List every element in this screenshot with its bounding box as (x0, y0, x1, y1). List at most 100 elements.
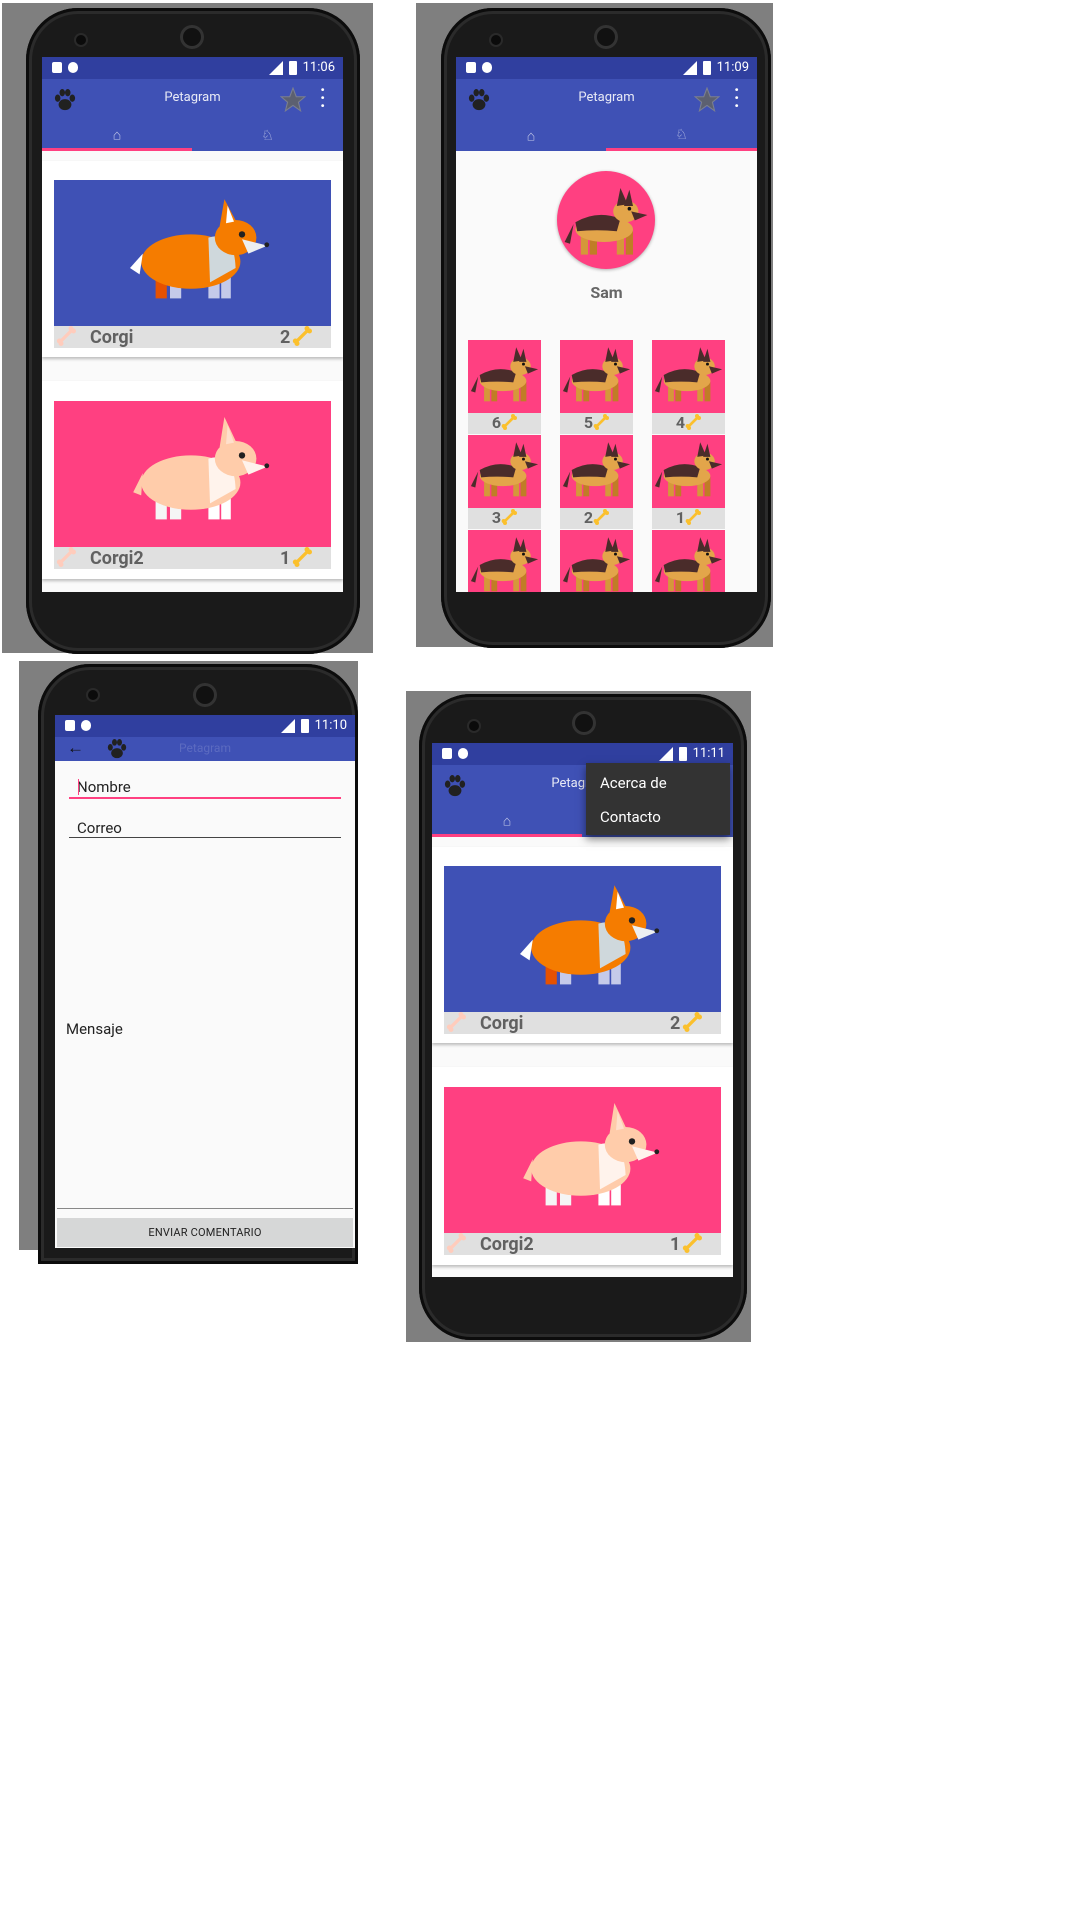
app-bar: ← Petagram (55, 737, 355, 761)
pet-card[interactable]: Corgi2 1 (42, 381, 343, 579)
pet-card-footer: Corgi 2 (54, 326, 331, 348)
bone-icon[interactable] (446, 1233, 466, 1253)
bone-icon[interactable] (56, 326, 76, 346)
photo-thumb[interactable] (560, 530, 633, 592)
dog-tab-icon: ♘ (261, 128, 274, 144)
tab-bar: ⌂ ♘ (42, 121, 343, 151)
tab-home[interactable]: ⌂ (456, 121, 606, 151)
pet-card[interactable]: Corgi 2 (42, 161, 343, 357)
name-field[interactable]: Nombre (77, 778, 131, 796)
status-bar: 11:06 (42, 57, 343, 79)
app-bar: Petagram · · · (42, 79, 343, 121)
pet-photo (54, 180, 331, 326)
speaker (183, 28, 201, 46)
tab-profile[interactable]: ♘ (606, 121, 757, 151)
corgi-image (504, 874, 664, 1002)
photo-thumb[interactable] (652, 530, 725, 592)
menu-item-contact[interactable]: Contacto (600, 808, 661, 826)
sd-card-icon (65, 720, 75, 731)
front-camera (76, 35, 86, 45)
name-field-underline (69, 797, 341, 799)
golden-bone-icon (685, 414, 701, 430)
thumb-footer: 3 (468, 508, 541, 529)
corgi-image (504, 1095, 664, 1223)
golden-bone-icon (292, 547, 312, 567)
pet-name: Corgi2 (90, 548, 144, 569)
photo-thumb[interactable] (560, 435, 633, 508)
sd-card-icon (466, 62, 476, 73)
more-vert-icon[interactable]: · · · (734, 82, 739, 116)
pet-name: Corgi2 (480, 1234, 534, 1255)
pet-photo (444, 1087, 721, 1233)
shepherd-image (561, 179, 651, 269)
sd-card-icon (52, 62, 62, 73)
front-camera (491, 35, 501, 45)
message-field[interactable]: Mensaje (66, 1020, 123, 1038)
bone-icon[interactable] (446, 1012, 466, 1032)
thumb-footer: 4 (652, 413, 725, 434)
star-icon[interactable] (280, 87, 306, 113)
shepherd-image (560, 530, 633, 592)
pet-photo (444, 866, 721, 1012)
pet-card-footer: Corgi2 1 (54, 547, 331, 569)
home-icon: ⌂ (112, 127, 122, 143)
golden-bone-icon (685, 509, 701, 525)
pet-card[interactable]: Corgi 2 (432, 847, 733, 1043)
send-comment-button[interactable]: ENVIAR COMENTARIO (57, 1218, 353, 1247)
front-camera (469, 721, 479, 731)
like-count: 2 (670, 1013, 681, 1034)
photo-thumb[interactable] (468, 340, 541, 413)
status-time: 11:11 (692, 746, 725, 761)
golden-bone-icon (501, 414, 517, 430)
avatar (557, 171, 655, 269)
like-count: 1 (670, 1234, 681, 1255)
battery-icon (289, 61, 297, 75)
status-bar: 11:09 (456, 57, 757, 79)
golden-bone-icon (593, 414, 609, 430)
phone-3-screen: 11:10 ← Petagram Nombre Correo Mensaje E… (55, 715, 355, 1248)
photo-thumb[interactable] (652, 435, 725, 508)
status-bar: 11:11 (432, 743, 733, 765)
bone-icon[interactable] (56, 547, 76, 567)
photo-thumb[interactable] (560, 340, 633, 413)
phone-1-screen: 11:06 Petagram · · · ⌂ ♘ Corgi 2 Corgi2 1 (42, 57, 343, 592)
shepherd-image (560, 340, 633, 413)
shepherd-image (468, 340, 541, 413)
status-time: 11:09 (716, 60, 749, 75)
photo-thumb[interactable] (468, 435, 541, 508)
tab-home[interactable]: ⌂ (432, 807, 582, 837)
pet-name: Corgi (480, 1013, 524, 1034)
pet-name: Corgi (90, 327, 134, 348)
tab-home[interactable]: ⌂ (42, 121, 192, 151)
overflow-menu: Acerca de Contacto (586, 763, 730, 835)
pet-photo (54, 401, 331, 547)
android-icon (458, 748, 468, 759)
battery-icon (679, 747, 687, 761)
shepherd-image (560, 435, 633, 508)
like-count: 2 (583, 508, 594, 527)
star-icon[interactable] (694, 87, 720, 113)
message-field-underline (57, 1208, 353, 1209)
status-time: 11:10 (314, 718, 347, 733)
thumb-footer: 1 (652, 508, 725, 529)
email-field-underline (69, 837, 341, 838)
pet-card[interactable]: Corgi2 1 (432, 1067, 733, 1265)
more-vert-icon[interactable]: · · · (320, 82, 325, 116)
corgi-image (114, 188, 274, 316)
thumb-footer: 2 (560, 508, 633, 529)
pet-card-footer: Corgi2 1 (444, 1233, 721, 1255)
golden-bone-icon (593, 509, 609, 525)
shepherd-image (652, 340, 725, 413)
front-camera (88, 690, 98, 700)
menu-item-about[interactable]: Acerca de (600, 774, 667, 792)
shepherd-image (652, 435, 725, 508)
tab-profile[interactable]: ♘ (192, 121, 343, 151)
photo-thumb[interactable] (652, 340, 725, 413)
android-icon (81, 720, 91, 731)
speaker (196, 686, 214, 704)
email-field[interactable]: Correo (77, 819, 122, 837)
speaker (575, 714, 593, 732)
photo-thumb[interactable] (468, 530, 541, 592)
profile-name: Sam (590, 283, 623, 302)
signal-icon (269, 61, 283, 75)
